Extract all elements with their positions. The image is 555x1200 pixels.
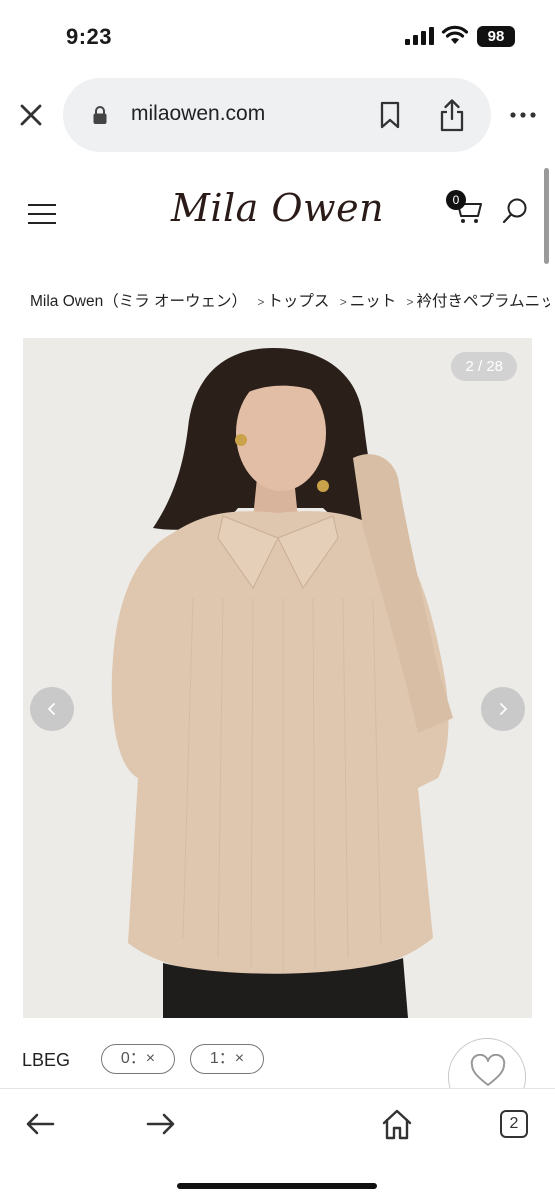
color-size-row: LBEG 0：× 1：× 174 xyxy=(0,1038,555,1116)
tabs-button[interactable]: 2 xyxy=(497,1107,533,1141)
home-icon[interactable] xyxy=(379,1107,415,1141)
image-counter: 2 / 28 xyxy=(451,352,517,381)
breadcrumb-separator: > xyxy=(406,295,414,309)
browser-address-row: milaowen.com xyxy=(0,78,555,154)
breadcrumb-separator: > xyxy=(257,295,265,309)
arrow-left-icon[interactable] xyxy=(23,1107,59,1141)
size-chip-1[interactable]: 1：× xyxy=(190,1044,264,1074)
product-photo xyxy=(111,348,453,1018)
address-bar[interactable]: milaowen.com xyxy=(63,78,491,152)
breadcrumb: Mila Owen（ミラ オーウェン） > トップス > ニット > 衿付きペプラムニ… xyxy=(30,289,550,311)
bookmark-icon[interactable] xyxy=(378,101,402,129)
chevron-left-icon xyxy=(48,703,55,715)
breadcrumb-item-brand[interactable]: Mila Owen（ミラ オーウェン） xyxy=(30,293,247,310)
close-icon[interactable] xyxy=(16,100,46,130)
carousel-next-button[interactable] xyxy=(481,687,525,731)
url-text[interactable]: milaowen.com xyxy=(131,102,265,126)
product-image-carousel[interactable]: 2 / 28 xyxy=(23,338,532,1018)
scroll-indicator xyxy=(544,168,549,264)
breadcrumb-item-knit[interactable]: ニット xyxy=(350,293,397,310)
lock-icon xyxy=(93,106,107,124)
tab-count: 2 xyxy=(500,1110,528,1138)
site-header: Mila Owen 0 xyxy=(0,160,555,270)
chevron-right-icon xyxy=(500,703,507,715)
color-name: LBEG xyxy=(22,1050,71,1070)
status-time: 9:23 xyxy=(66,24,113,49)
browser-toolbar: 2 xyxy=(0,1088,555,1200)
share-icon[interactable] xyxy=(438,98,466,132)
search-icon[interactable] xyxy=(501,196,529,226)
more-icon[interactable] xyxy=(508,104,538,126)
signal-icon xyxy=(405,27,434,45)
breadcrumb-item-tops[interactable]: トップス xyxy=(267,293,329,310)
wifi-icon xyxy=(441,25,469,44)
cart-count-badge: 0 xyxy=(446,190,466,210)
arrow-right-icon[interactable] xyxy=(142,1107,178,1141)
breadcrumb-item-current: 衿付きペプラムニッ xyxy=(416,293,550,310)
carousel-prev-button[interactable] xyxy=(30,687,74,731)
size-chip-0[interactable]: 0：× xyxy=(101,1044,175,1074)
breadcrumb-separator: > xyxy=(339,295,347,309)
home-indicator xyxy=(177,1183,377,1189)
battery-icon: 98 xyxy=(477,26,515,47)
heart-icon xyxy=(470,1054,506,1086)
cart-button[interactable]: 0 xyxy=(446,190,486,230)
status-bar: 9:23 98 xyxy=(0,0,555,72)
